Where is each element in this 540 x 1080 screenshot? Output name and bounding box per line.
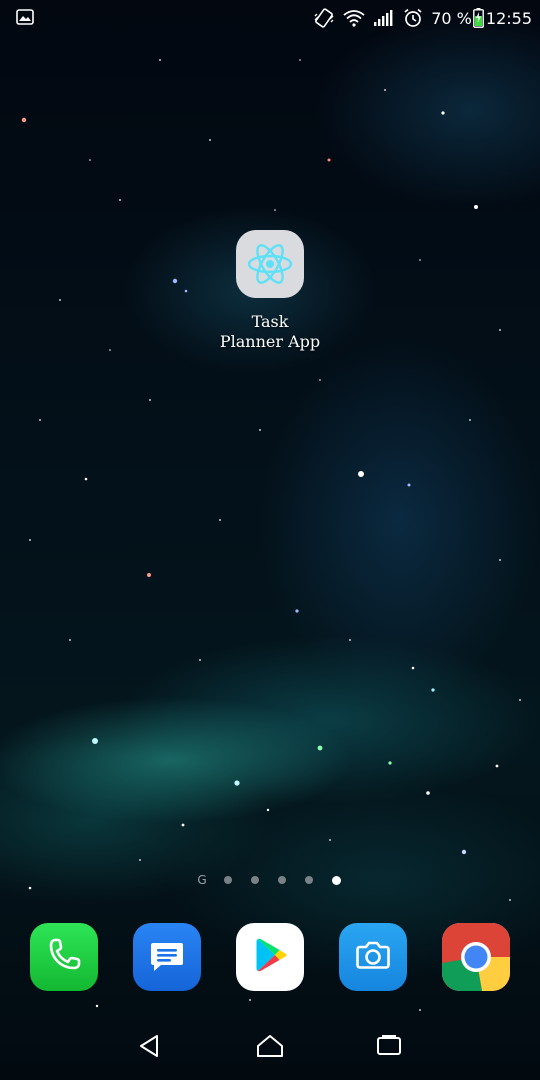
wallpaper-starfield (21, 59, 521, 1011)
app-label-line-1: Task (251, 312, 289, 331)
play-store-icon (248, 933, 292, 981)
back-icon (137, 1033, 163, 1063)
battery-percent: 70 % (431, 8, 472, 28)
phone-app-button[interactable] (30, 923, 98, 991)
home-screen: 70 % 12:55 Task Planner App G (0, 0, 540, 1080)
page-dot-5-active[interactable] (332, 875, 341, 885)
messages-icon (145, 933, 189, 981)
camera-app-button[interactable] (339, 923, 407, 991)
alarm-icon (403, 8, 423, 28)
task-planner-app-shortcut[interactable]: Task Planner App (200, 230, 340, 352)
app-label-line-2: Planner App (219, 332, 321, 351)
back-button[interactable] (130, 1032, 170, 1064)
battery-charging-icon (472, 8, 484, 28)
recents-button[interactable] (369, 1032, 409, 1064)
recents-icon (375, 1034, 403, 1062)
messages-app-button[interactable] (133, 923, 201, 991)
vibrate-icon (313, 7, 335, 29)
status-icons: 70 % 12:55 (313, 6, 532, 30)
home-button[interactable] (250, 1032, 290, 1064)
home-icon (255, 1033, 285, 1063)
chrome-app-button[interactable] (442, 923, 510, 991)
status-bar: 70 % 12:55 (0, 0, 540, 36)
page-dot-3[interactable] (278, 876, 286, 884)
google-page-indicator[interactable]: G (196, 873, 208, 887)
chrome-icon (442, 923, 510, 991)
gallery-icon (16, 9, 34, 29)
page-indicator[interactable]: G (196, 873, 360, 887)
wifi-icon (343, 9, 365, 27)
signal-icon (373, 9, 395, 27)
page-dot-2[interactable] (251, 876, 259, 884)
page-dot-4[interactable] (305, 876, 313, 884)
clock: 12:55 (485, 8, 532, 28)
phone-icon (42, 933, 86, 981)
app-label: Task Planner App (200, 312, 340, 352)
page-dot-1[interactable] (224, 876, 232, 884)
react-atom-icon (236, 230, 304, 298)
play-store-app-button[interactable] (236, 923, 304, 991)
camera-icon (351, 933, 395, 981)
